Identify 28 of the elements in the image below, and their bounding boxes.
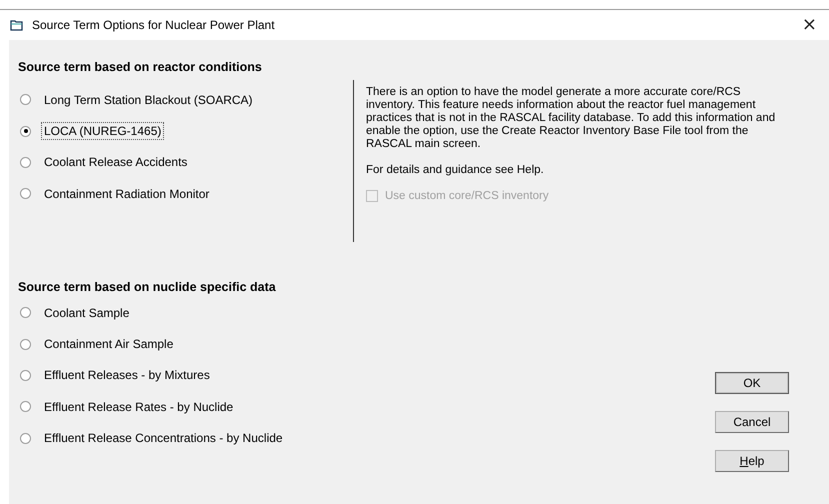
radio-label[interactable]: Containment Radiation Monitor <box>41 184 212 203</box>
radio-button[interactable] <box>20 432 31 444</box>
radio-button[interactable] <box>20 338 31 350</box>
radio-label[interactable]: Effluent Releases - by Mixtures <box>41 366 213 384</box>
radio-button[interactable] <box>20 370 31 381</box>
info-text: For details and guidance see Help. <box>366 164 545 177</box>
radio-label[interactable]: Long Term Station Blackout (SOARCA) <box>41 90 256 109</box>
radio-button[interactable] <box>20 188 31 200</box>
radio-button[interactable] <box>20 156 31 168</box>
section-heading: Source term based on nuclide specific data <box>18 280 277 296</box>
window-title: Source Term Options for Nuclear Power Plant <box>32 18 275 32</box>
info-text: There is an option to have the model generate a more accurate core/RCS inventory. This feature needs information about the reactor fuel management practices that is not in the RASCAL facility database. To add this information and enable the option, use the Create Reactor Inventory Base File tool from the RASCAL main screen. <box>366 86 776 151</box>
radio-label[interactable]: LOCA (NUREG-1465) <box>41 122 164 140</box>
radio-label[interactable]: Coolant Release Accidents <box>41 153 190 172</box>
section-heading: Source term based on reactor conditions <box>18 60 263 76</box>
dialog-button[interactable]: Help <box>715 450 789 472</box>
radio-button[interactable] <box>20 307 31 318</box>
radio-label[interactable]: Containment Air Sample <box>41 335 176 354</box>
dialog-button[interactable]: Cancel <box>715 411 789 433</box>
radio-button[interactable] <box>20 94 31 106</box>
radio-label[interactable]: Effluent Release Concentrations - by Nuclide <box>41 429 286 448</box>
close-button[interactable]: × <box>798 15 821 35</box>
radio-label[interactable]: Effluent Release Rates - by Nuclide <box>41 398 236 416</box>
dialog-button[interactable]: OK <box>715 372 789 394</box>
radio-label[interactable]: Coolant Sample <box>41 304 132 322</box>
radio-button[interactable] <box>20 126 31 137</box>
window-icon <box>10 19 24 31</box>
radio-button[interactable] <box>20 401 31 412</box>
